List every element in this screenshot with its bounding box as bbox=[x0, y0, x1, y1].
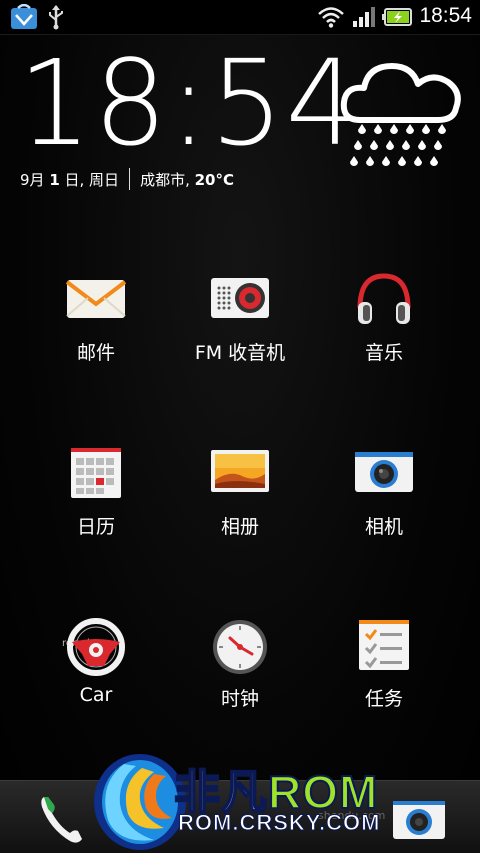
app-label: 时钟 bbox=[220, 688, 259, 710]
store-bag-icon bbox=[10, 3, 38, 34]
app-gallery[interactable]: 相册 bbox=[170, 446, 310, 556]
app-tasks[interactable]: 任务 bbox=[314, 618, 454, 728]
date-text: 9月 1 日, 周日 bbox=[20, 170, 120, 189]
clock-time[interactable]: 18:54 bbox=[18, 44, 361, 162]
app-music[interactable]: 音乐 bbox=[314, 272, 454, 382]
status-bar-time: 18:54 bbox=[419, 4, 472, 27]
home-screen: 18:54 18:54 9月 1 日, 周日 成都市, 20°C 邮件 FM 收… bbox=[0, 0, 480, 853]
app-label: 相册 bbox=[220, 516, 259, 538]
wifi-icon bbox=[318, 6, 344, 32]
fm-radio-icon bbox=[210, 272, 270, 328]
mail-icon bbox=[65, 272, 127, 328]
tasks-icon bbox=[354, 618, 414, 674]
app-clock[interactable]: 时钟 bbox=[170, 618, 310, 728]
app-camera[interactable]: 相机 bbox=[314, 446, 454, 556]
divider bbox=[129, 168, 131, 190]
weather-location: 成都市, 20°C bbox=[140, 170, 234, 189]
clock-icon bbox=[210, 618, 270, 674]
status-bar[interactable]: 18:54 bbox=[0, 0, 480, 35]
signal-icon bbox=[352, 6, 376, 32]
app-label: 音乐 bbox=[364, 342, 403, 364]
date-weather-row[interactable]: 9月 1 日, 周日 成都市, 20°C bbox=[20, 168, 234, 190]
app-calendar[interactable]: 日历 bbox=[26, 446, 166, 556]
phone-icon[interactable] bbox=[38, 793, 86, 849]
rom-watermark: 非凡ROM ROM.CRSKY.COM bbox=[84, 744, 414, 853]
calendar-icon bbox=[66, 446, 126, 502]
app-mail[interactable]: 邮件 bbox=[26, 272, 166, 382]
steering-wheel-icon bbox=[66, 618, 126, 676]
cloud-rain-icon[interactable] bbox=[338, 56, 466, 172]
battery-charging-icon bbox=[382, 7, 412, 31]
usb-icon bbox=[46, 4, 66, 34]
gallery-icon bbox=[210, 446, 270, 502]
app-label: Car bbox=[79, 684, 113, 706]
headphones-icon bbox=[354, 272, 414, 328]
app-label: 日历 bbox=[76, 516, 115, 538]
watermark-url: ROM.CRSKY.COM bbox=[177, 810, 381, 836]
app-label: FM 收音机 bbox=[194, 342, 286, 364]
app-car[interactable]: Car bbox=[26, 618, 166, 728]
app-label: 相机 bbox=[364, 516, 403, 538]
camera-icon bbox=[354, 446, 414, 502]
app-fm-radio[interactable]: FM 收音机 bbox=[170, 272, 310, 382]
app-label: 邮件 bbox=[76, 342, 115, 364]
app-label: 任务 bbox=[364, 688, 403, 710]
